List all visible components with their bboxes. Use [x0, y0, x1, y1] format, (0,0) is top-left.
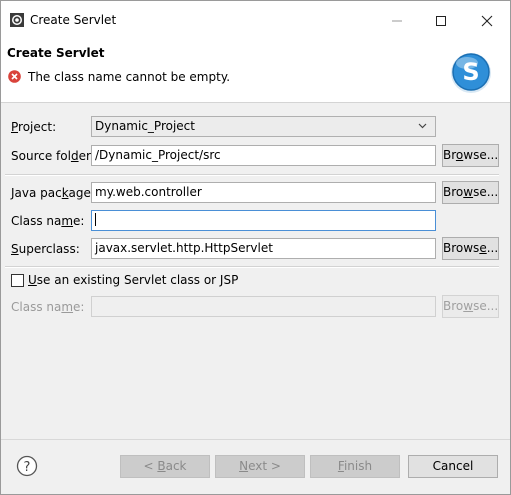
- superclass-input[interactable]: javax.servlet.http.HttpServlet: [91, 238, 436, 259]
- source-folder-browse-button[interactable]: Browse...: [442, 144, 499, 167]
- title-bar[interactable]: Create Servlet: [1, 1, 510, 41]
- source-folder-input[interactable]: /Dynamic_Project/src: [91, 145, 436, 166]
- back-button[interactable]: < Back: [120, 455, 210, 478]
- svg-text:?: ?: [24, 460, 31, 475]
- close-button[interactable]: [464, 1, 510, 41]
- separator: [5, 174, 499, 176]
- source-folder-label: Source folder:: [11, 149, 95, 163]
- next-button[interactable]: Next >: [215, 455, 305, 478]
- create-servlet-dialog: Create Servlet Create Servlet The class …: [0, 0, 511, 495]
- banner-title: Create Servlet: [7, 46, 105, 60]
- error-message: The class name cannot be empty.: [28, 70, 231, 84]
- existing-class-browse-button[interactable]: Browse...: [442, 295, 499, 318]
- minimize-icon: [392, 20, 402, 22]
- java-package-value: my.web.controller: [95, 185, 202, 199]
- java-package-input[interactable]: my.web.controller: [91, 182, 436, 203]
- maximize-button[interactable]: [418, 1, 464, 41]
- text-caret: [95, 213, 96, 226]
- finish-button[interactable]: Finish: [310, 455, 400, 478]
- window-title: Create Servlet: [30, 13, 117, 27]
- existing-class-name-input[interactable]: [91, 296, 436, 317]
- footer-separator: [1, 439, 510, 440]
- eclipse-gear-icon: [10, 13, 24, 27]
- chevron-down-icon: [418, 123, 427, 129]
- project-combo[interactable]: Dynamic_Project: [91, 116, 436, 137]
- class-name-label: Class name:: [11, 214, 85, 228]
- use-existing-checkbox[interactable]: [11, 274, 24, 287]
- superclass-value: javax.servlet.http.HttpServlet: [95, 241, 273, 255]
- help-question-icon[interactable]: ?: [16, 455, 38, 477]
- superclass-browse-button[interactable]: Browse...: [442, 237, 499, 260]
- dialog-banner: Create Servlet The class name cannot be …: [1, 41, 510, 103]
- project-value: Dynamic_Project: [95, 119, 195, 133]
- error-x-icon: [8, 70, 21, 83]
- source-folder-value: /Dynamic_Project/src: [95, 148, 221, 162]
- use-existing-label[interactable]: Use an existing Servlet class or JSP: [28, 273, 238, 287]
- minimize-button[interactable]: [374, 1, 420, 41]
- maximize-icon: [436, 16, 446, 26]
- cancel-button[interactable]: Cancel: [408, 455, 498, 478]
- separator: [5, 266, 499, 268]
- java-package-label: Java package:: [11, 186, 95, 200]
- class-name-input[interactable]: [91, 210, 436, 231]
- project-label: Project:: [11, 120, 57, 134]
- java-package-browse-button[interactable]: Browse...: [442, 181, 499, 204]
- close-icon: [481, 15, 493, 27]
- svg-text:S: S: [462, 58, 479, 86]
- existing-class-name-label: Class name:: [11, 300, 85, 314]
- servlet-s-logo-icon: S: [451, 53, 491, 93]
- superclass-label: Superclass:: [11, 242, 80, 256]
